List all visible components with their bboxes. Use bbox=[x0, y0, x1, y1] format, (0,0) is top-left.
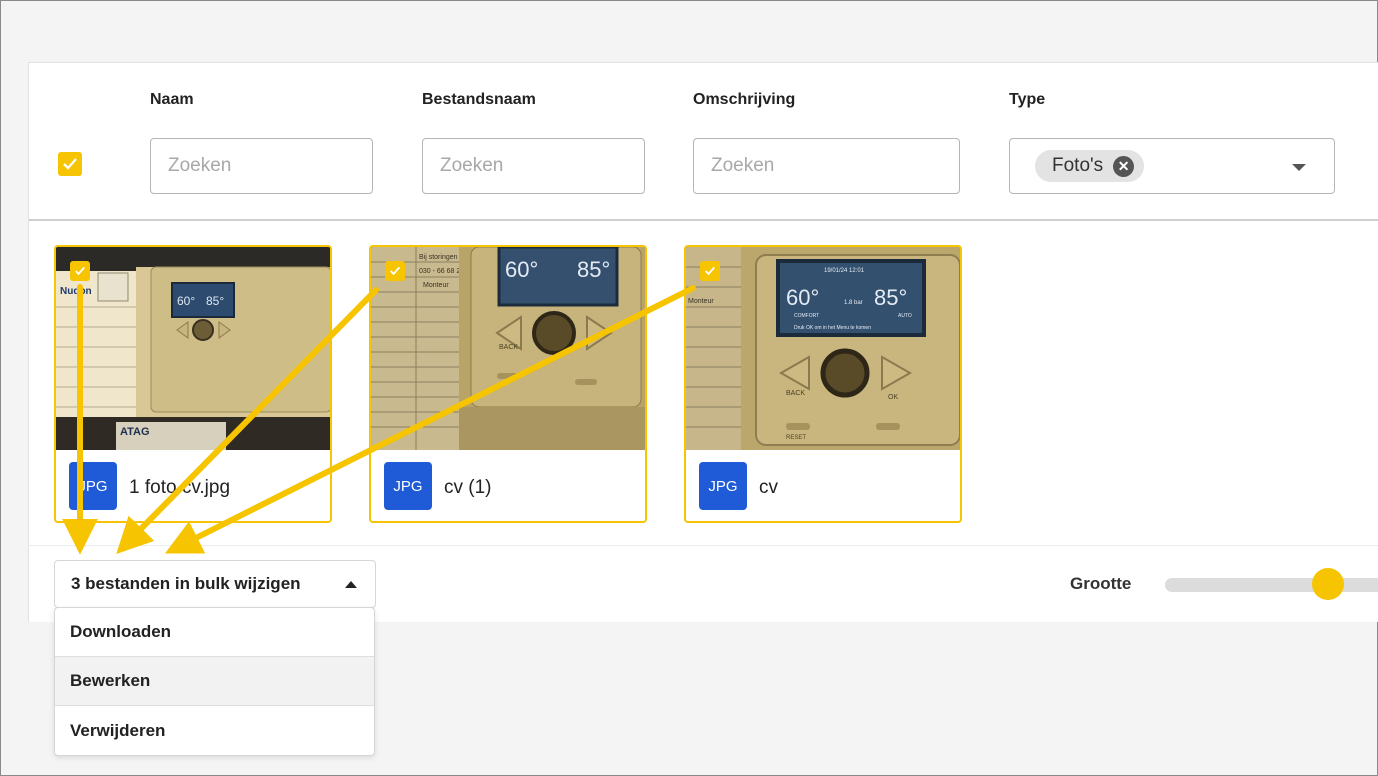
reset-label: RESET bbox=[786, 435, 806, 441]
caret-up-icon bbox=[345, 581, 357, 588]
menu-item-edit[interactable]: Bewerken bbox=[55, 657, 374, 706]
bulk-edit-label: 3 bestanden in bulk wijzigen bbox=[71, 574, 301, 593]
display-temp-right: 85° bbox=[874, 285, 907, 310]
menu-item-download[interactable]: Downloaden bbox=[55, 608, 374, 657]
file-select-checkbox[interactable] bbox=[385, 261, 405, 281]
bulk-edit-button[interactable]: 3 bestanden in bulk wijzigen bbox=[54, 560, 376, 608]
description-search-input[interactable] bbox=[693, 138, 960, 194]
display-pressure: 1.8 bar bbox=[844, 300, 863, 306]
file-thumbnail: Monteur 19/01/24 12:01 60° 1.8 bar 85° C… bbox=[686, 247, 960, 450]
display-message: Druk OK om in het Menu te komen bbox=[794, 325, 871, 331]
display-temp-left: 60° bbox=[505, 257, 538, 282]
bulk-action-menu: Downloaden Bewerken Verwijderen bbox=[54, 607, 375, 756]
appliance-brand-text: ATAG bbox=[120, 426, 150, 438]
display-auto: AUTO bbox=[898, 313, 912, 319]
close-circle-icon[interactable]: ✕ bbox=[1113, 155, 1135, 177]
jpg-badge: JPG bbox=[384, 462, 432, 510]
size-label: Grootte bbox=[1070, 574, 1132, 593]
thumbnail-image: Bij storingen 030 - 66 68 208 Monteur 60… bbox=[371, 247, 645, 450]
thumbnail-image: Nudon 60° 85° ATAG bbox=[56, 247, 330, 450]
file-browser-panel: Naam Bestandsnaam Omschrijving Type Foto… bbox=[28, 62, 1378, 622]
display-temp-right: 85° bbox=[577, 257, 610, 282]
file-select-checkbox[interactable] bbox=[700, 261, 720, 281]
thumbnail-image: Monteur 19/01/24 12:01 60° 1.8 bar 85° C… bbox=[686, 247, 960, 450]
type-chip-label: Foto's bbox=[1052, 155, 1104, 176]
menu-item-delete[interactable]: Verwijderen bbox=[55, 706, 374, 755]
filename-search-input[interactable] bbox=[422, 138, 645, 194]
file-name: cv bbox=[759, 477, 778, 498]
file-thumbnail: Nudon 60° 85° ATAG bbox=[56, 247, 330, 450]
file-card[interactable]: Monteur 19/01/24 12:01 60° 1.8 bar 85° C… bbox=[684, 245, 962, 523]
ok-label: OK bbox=[888, 394, 898, 401]
name-search-input[interactable] bbox=[150, 138, 373, 194]
type-filter-select[interactable]: Foto's ✕ bbox=[1009, 138, 1335, 194]
jpg-badge: JPG bbox=[699, 462, 747, 510]
display-temp-left: 60° bbox=[786, 285, 819, 310]
select-all-checkbox[interactable] bbox=[58, 152, 82, 176]
size-slider[interactable] bbox=[1165, 578, 1378, 592]
filter-header: Naam Bestandsnaam Omschrijving Type Foto… bbox=[29, 63, 1378, 221]
check-icon bbox=[705, 266, 715, 276]
brand-logo-text: Nudon bbox=[60, 286, 92, 297]
check-icon bbox=[63, 158, 77, 170]
column-header-description[interactable]: Omschrijving bbox=[693, 91, 795, 109]
file-card[interactable]: Bij storingen 030 - 66 68 208 Monteur 60… bbox=[369, 245, 647, 523]
column-header-filename[interactable]: Bestandsnaam bbox=[422, 91, 536, 109]
column-header-type[interactable]: Type bbox=[1009, 91, 1045, 109]
column-header-name[interactable]: Naam bbox=[150, 91, 194, 109]
file-name: 1 foto cv.jpg bbox=[129, 477, 231, 498]
type-chip: Foto's ✕ bbox=[1035, 150, 1145, 182]
file-select-checkbox[interactable] bbox=[70, 261, 90, 281]
display-comfort: COMFORT bbox=[794, 313, 819, 319]
check-icon bbox=[390, 266, 400, 276]
label-monteur: Monteur bbox=[423, 282, 449, 289]
back-label: BACK bbox=[786, 390, 805, 397]
label-monteur: Monteur bbox=[688, 298, 714, 305]
display-date: 19/01/24 12:01 bbox=[824, 268, 865, 274]
check-icon bbox=[75, 266, 85, 276]
label-storingen: Bij storingen bbox=[419, 254, 458, 261]
display-temp-left: 60° bbox=[177, 294, 195, 308]
file-thumbnail: Bij storingen 030 - 66 68 208 Monteur 60… bbox=[371, 247, 645, 450]
caret-down-icon[interactable] bbox=[1292, 164, 1306, 171]
file-card[interactable]: Nudon 60° 85° ATAG JPG 1 foto cv.jpg bbox=[54, 245, 332, 523]
display-temp-right: 85° bbox=[206, 294, 224, 308]
back-label: BACK bbox=[499, 344, 518, 351]
file-name: cv (1) bbox=[444, 477, 492, 498]
jpg-badge: JPG bbox=[69, 462, 117, 510]
size-slider-handle[interactable] bbox=[1312, 568, 1344, 600]
